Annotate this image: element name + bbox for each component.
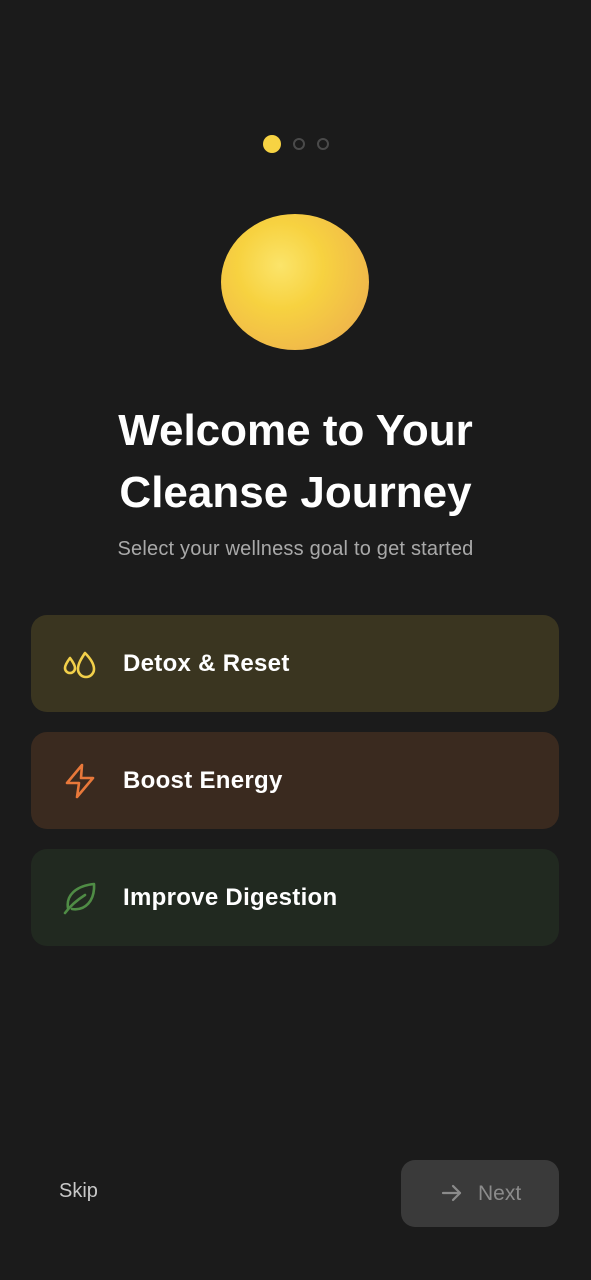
water-drops-icon — [63, 651, 96, 679]
next-button[interactable]: Next — [401, 1160, 559, 1227]
sun-illustration — [221, 214, 369, 350]
page-dot-2 — [292, 138, 305, 150]
goal-option-detox[interactable]: Detox & Reset — [31, 615, 559, 712]
goal-option-digestion[interactable]: Improve Digestion — [31, 849, 559, 946]
page-title: Welcome to Your Cleanse Journey — [0, 400, 591, 524]
goal-label: Improve Digestion — [123, 884, 338, 911]
page-dot-3 — [316, 138, 329, 150]
goal-label: Boost Energy — [123, 767, 283, 794]
title-line-2: Cleanse Journey — [119, 468, 472, 517]
title-line-1: Welcome to Your — [118, 406, 473, 455]
pagination-dots — [0, 135, 591, 153]
arrow-right-icon — [441, 1184, 462, 1202]
lightning-bolt-icon — [65, 763, 95, 799]
skip-button[interactable]: Skip — [59, 1180, 98, 1203]
leaf-icon — [63, 882, 96, 915]
page-subtitle: Select your wellness goal to get started — [117, 538, 474, 560]
goal-option-energy[interactable]: Boost Energy — [31, 732, 559, 829]
page-dot-active — [262, 135, 281, 153]
next-label: Next — [478, 1182, 522, 1205]
goal-label: Detox & Reset — [123, 650, 290, 677]
